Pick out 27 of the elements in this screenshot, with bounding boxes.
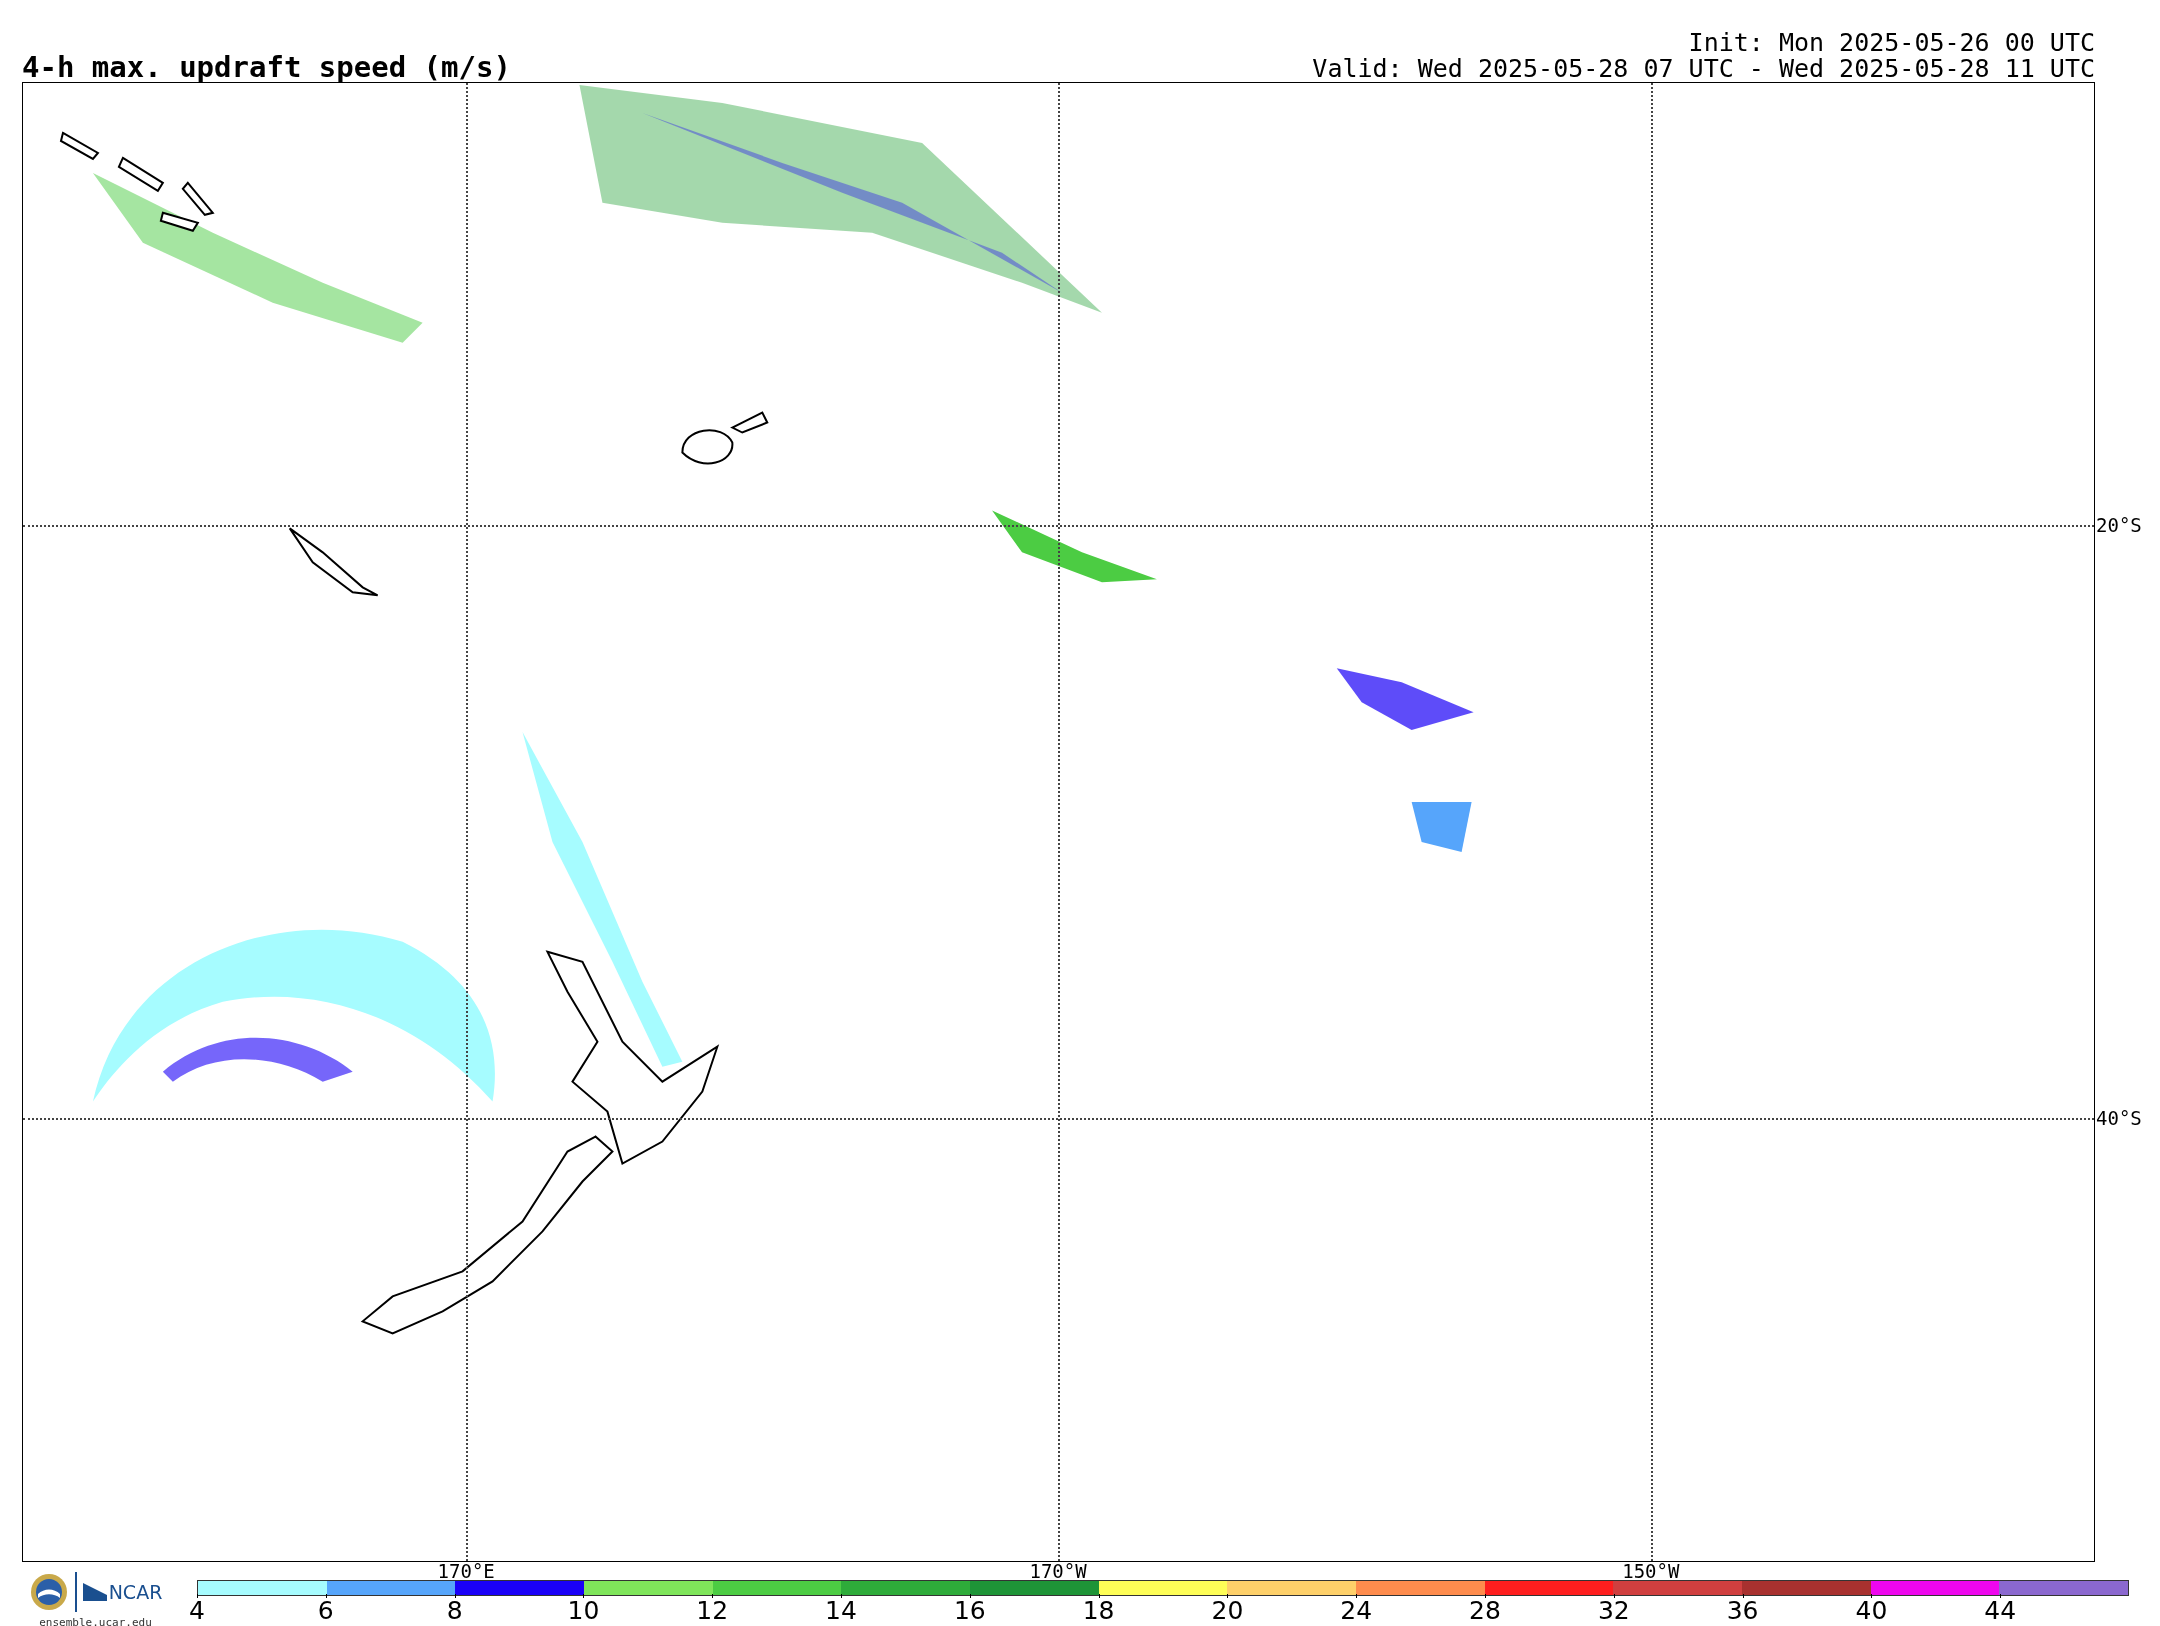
scale-tick-label: 12 (696, 1598, 729, 1623)
longitude-label: 150°W (1622, 1561, 1680, 1581)
ncar-logo: NCAR (82, 1581, 163, 1603)
valid-time: Valid: Wed 2025-05-28 07 UTC - Wed 2025-05-28 11 UTC (1312, 56, 2095, 82)
scale-tick-label: 20 (1211, 1598, 1244, 1623)
chart-title: 4-h max. updraft speed (m/s) (22, 53, 511, 82)
init-time: Init: Mon 2025-05-26 00 UTC (1688, 30, 2095, 56)
latitude-label: 20°S (2095, 513, 2142, 536)
scale-tick-label: 32 (1597, 1598, 1630, 1623)
longitude-label: 170°W (1029, 1561, 1087, 1581)
scale-tick-label: 18 (1082, 1598, 1115, 1623)
scale-tick-label: 44 (1984, 1598, 2017, 1623)
scale-tick-label: 28 (1469, 1598, 1501, 1623)
latitude-label: 40°S (2095, 1106, 2142, 1129)
site-url: ensemble.ucar.edu (39, 1616, 152, 1626)
scale-tick-label: 40 (1855, 1598, 1888, 1623)
scale-tick-label: 14 (825, 1598, 857, 1623)
scale-tick-label: 4 (189, 1598, 205, 1623)
scale-tick-label: 24 (1340, 1598, 1373, 1623)
scale-tick-label: 36 (1726, 1598, 1759, 1623)
scale-tick-label: 10 (567, 1598, 600, 1623)
scale-tick-label: 16 (953, 1598, 986, 1623)
divider-icon (74, 1572, 77, 1612)
globe-logo-icon (28, 1572, 69, 1612)
scale-tick-label: 8 (446, 1598, 463, 1623)
scale-tick-label: 6 (317, 1598, 334, 1623)
longitude-label: 170°E (437, 1561, 495, 1581)
